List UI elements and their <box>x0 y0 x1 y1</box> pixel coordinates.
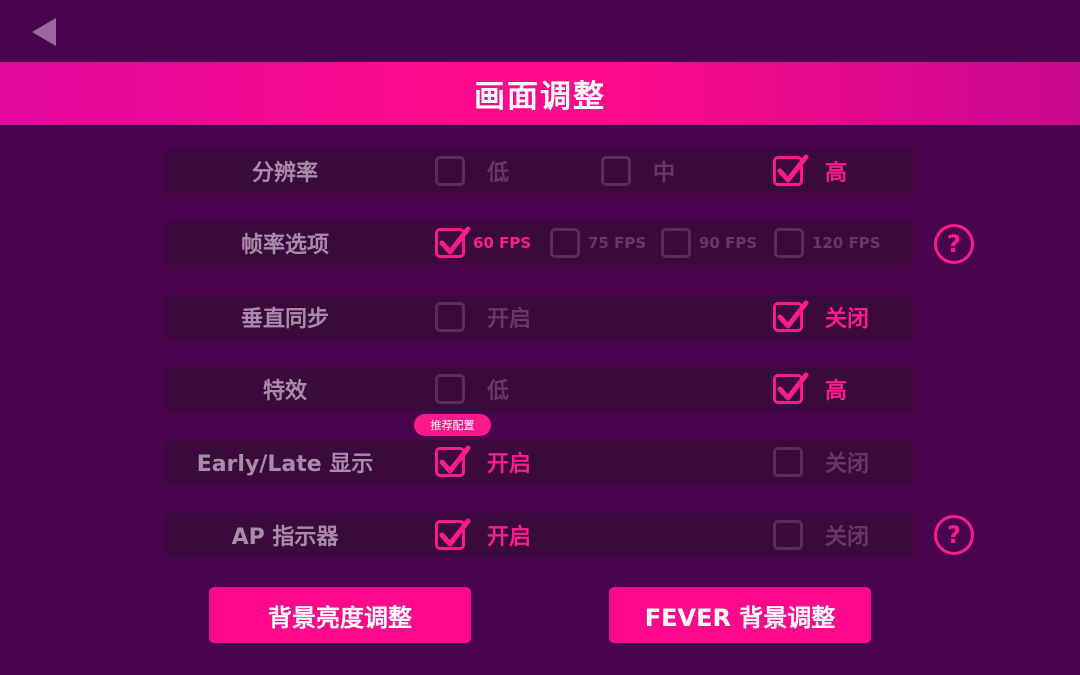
option-label: 关闭 <box>825 307 870 332</box>
option-resolution-high[interactable]: 高 <box>773 149 847 193</box>
option-label: 低 <box>487 379 510 404</box>
back-button[interactable] <box>30 16 60 48</box>
option-fps-120[interactable]: 120 FPS <box>774 221 881 265</box>
question-icon: ? <box>947 521 961 549</box>
option-label: 中 <box>653 161 676 186</box>
row-label: 垂直同步 <box>240 307 329 332</box>
option-label: 90 FPS <box>699 234 758 252</box>
row-label: 帧率选项 <box>240 233 329 258</box>
option-label: 高 <box>825 379 848 404</box>
option-fps-60[interactable]: 60 FPS <box>435 221 531 265</box>
checkmark-icon <box>439 445 471 474</box>
option-label: 高 <box>825 161 848 186</box>
checkbox[interactable] <box>435 226 471 258</box>
checkmark-icon <box>439 226 471 255</box>
option-resolution-mid[interactable]: 中 <box>601 149 675 193</box>
option-resolution-low[interactable]: 低 <box>435 149 509 193</box>
question-icon: ? <box>947 230 961 258</box>
setting-row-resolution: 分辨率 低 中 高 <box>165 149 913 193</box>
option-early-late-off[interactable]: 关闭 <box>773 440 869 484</box>
row-label: AP 指示器 <box>231 525 339 550</box>
option-vsync-off[interactable]: 关闭 <box>773 295 869 339</box>
title-bar: 画面调整 <box>0 62 1080 125</box>
checkbox[interactable] <box>435 445 471 477</box>
checkbox[interactable] <box>774 228 804 258</box>
option-vsync-on[interactable]: 开启 <box>435 295 531 339</box>
recommended-tag: 推荐配置 <box>414 414 491 436</box>
option-label: 60 FPS <box>473 234 532 252</box>
setting-row-ap-indicator: AP 指示器 开启 关闭 <box>165 513 913 557</box>
option-label: 关闭 <box>825 525 870 550</box>
checkbox[interactable] <box>773 447 803 477</box>
row-label: Early/Late 显示 <box>196 452 374 477</box>
framerate-help-button[interactable]: ? <box>934 224 974 264</box>
option-effects-low[interactable]: 低 <box>435 367 509 411</box>
option-label: 75 FPS <box>588 234 647 252</box>
setting-row-framerate: 帧率选项 60 FPS 75 FPS 90 FPS 120 FPS <box>165 221 913 265</box>
option-label: 开启 <box>487 525 532 550</box>
checkbox[interactable] <box>435 518 471 550</box>
checkbox[interactable] <box>550 228 580 258</box>
back-arrow-icon <box>32 18 56 46</box>
setting-row-effects: 特效 低 高 <box>165 367 913 411</box>
option-label: 开启 <box>487 452 532 477</box>
checkmark-icon <box>777 300 809 329</box>
row-label: 特效 <box>262 379 307 404</box>
checkmark-icon <box>777 154 809 183</box>
background-brightness-button[interactable]: 背景亮度调整 <box>209 587 471 643</box>
row-label: 分辨率 <box>251 161 318 186</box>
setting-row-vsync: 垂直同步 开启 关闭 <box>165 295 913 339</box>
checkbox[interactable] <box>435 156 465 186</box>
option-label: 关闭 <box>825 452 870 477</box>
checkbox[interactable] <box>661 228 691 258</box>
option-fps-90[interactable]: 90 FPS <box>661 221 757 265</box>
checkbox[interactable] <box>773 300 809 332</box>
option-ap-off[interactable]: 关闭 <box>773 513 869 557</box>
option-effects-high[interactable]: 高 <box>773 367 847 411</box>
option-fps-75[interactable]: 75 FPS <box>550 221 646 265</box>
option-label: 低 <box>487 161 510 186</box>
ap-help-button[interactable]: ? <box>934 515 974 555</box>
checkbox[interactable] <box>601 156 631 186</box>
checkbox[interactable] <box>773 520 803 550</box>
option-label: 120 FPS <box>812 234 881 252</box>
checkbox[interactable] <box>435 302 465 332</box>
option-ap-on[interactable]: 开启 <box>435 513 531 557</box>
setting-row-early-late: Early/Late 显示 开启 关闭 <box>165 440 913 484</box>
checkbox[interactable] <box>435 374 465 404</box>
page-title: 画面调整 <box>474 79 606 115</box>
checkmark-icon <box>439 518 471 547</box>
fever-background-button[interactable]: FEVER 背景调整 <box>609 587 871 643</box>
checkmark-icon <box>777 372 809 401</box>
checkbox[interactable] <box>773 154 809 186</box>
option-early-late-on[interactable]: 开启 <box>435 440 531 484</box>
option-label: 开启 <box>487 307 532 332</box>
checkbox[interactable] <box>773 372 809 404</box>
